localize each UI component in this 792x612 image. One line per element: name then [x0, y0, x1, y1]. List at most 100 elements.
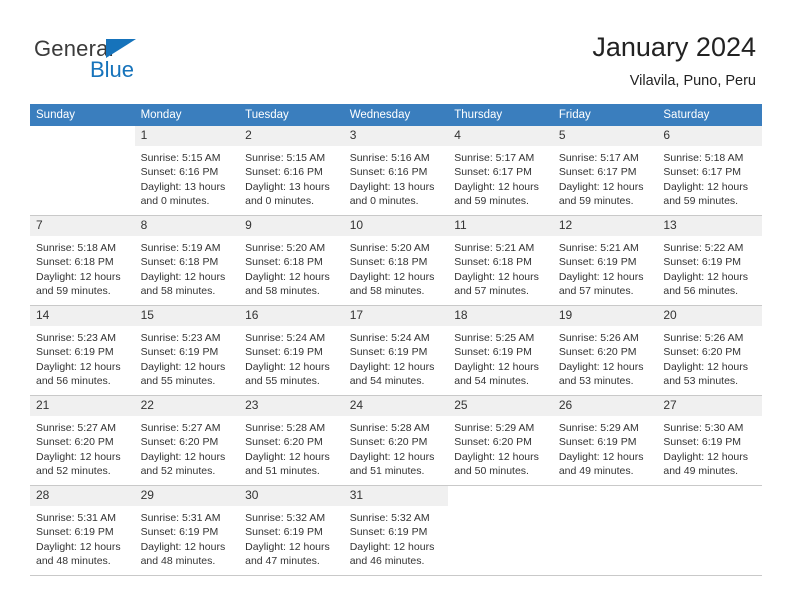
daylight-text: Daylight: 12 hours and 47 minutes.: [245, 540, 330, 568]
day-details: Sunrise: 5:24 AM Sunset: 6:19 PM Daylight:…: [344, 326, 449, 389]
day-number: 10: [343, 216, 449, 236]
day-number: 13: [657, 216, 762, 236]
sunset-text: Sunset: 6:20 PM: [349, 436, 428, 449]
day-details: Sunrise: 5:23 AM Sunset: 6:19 PM Daylight:…: [30, 326, 135, 389]
calendar-cell-day[interactable]: 30 Sunrise: 5:32 AM Sunset: 6:19 PM Dayligh…: [239, 485, 344, 576]
calendar-cell-day[interactable]: 7 Sunrise: 5:18 AM Sunset: 6:18 PM Daylight…: [30, 215, 135, 306]
sunrise-text: Sunrise: 5:15 AM: [140, 152, 221, 164]
day-number: 27: [657, 396, 762, 416]
sunrise-text: Sunrise: 5:24 AM: [245, 332, 326, 344]
day-details: Sunrise: 5:26 AM Sunset: 6:20 PM Daylight:…: [657, 326, 762, 389]
day-cell: 6 Sunrise: 5:18 AM Sunset: 6:17 PM Daylight…: [657, 126, 762, 215]
general-blue-logo[interactable]: General Blue: [34, 36, 234, 86]
day-number: 17: [343, 306, 449, 326]
day-details: Sunrise: 5:31 AM Sunset: 6:19 PM Daylight:…: [135, 506, 240, 569]
calendar-cell-day[interactable]: 5 Sunrise: 5:17 AM Sunset: 6:17 PM Daylight…: [552, 126, 658, 216]
day-number: 14: [30, 306, 135, 326]
daylight-text: Daylight: 12 hours and 59 minutes.: [36, 270, 121, 298]
calendar-cell-day[interactable]: 2 Sunrise: 5:15 AM Sunset: 6:16 PM Daylight…: [239, 126, 344, 216]
daylight-text: Daylight: 12 hours and 55 minutes.: [245, 360, 330, 388]
calendar-cell-day[interactable]: 10 Sunrise: 5:20 AM Sunset: 6:18 PM Dayligh…: [343, 215, 449, 306]
calendar-cell-day[interactable]: 26 Sunrise: 5:29 AM Sunset: 6:19 PM Dayligh…: [552, 395, 658, 486]
sunrise-text: Sunrise: 5:23 AM: [36, 332, 116, 344]
sunset-text: Sunset: 6:20 PM: [36, 436, 114, 449]
day-number: 2: [239, 126, 344, 146]
day-details: Sunrise: 5:26 AM Sunset: 6:20 PM Daylight:…: [553, 326, 658, 389]
calendar-cell-day[interactable]: 18 Sunrise: 5:25 AM Sunset: 6:19 PM Dayligh…: [448, 305, 553, 396]
calendar-cell-day[interactable]: 28 Sunrise: 5:31 AM Sunset: 6:19 PM Dayligh…: [30, 485, 135, 576]
sunset-text: Sunset: 6:20 PM: [454, 436, 532, 449]
calendar-week-row: 21 Sunrise: 5:27 AM Sunset: 6:20 PM Dayligh…: [30, 395, 762, 486]
weekday-header-tuesday: Tuesday: [239, 104, 344, 126]
day-details: Sunrise: 5:25 AM Sunset: 6:19 PM Daylight:…: [448, 326, 553, 389]
calendar-cell-day[interactable]: 6 Sunrise: 5:18 AM Sunset: 6:17 PM Daylight…: [657, 126, 762, 216]
calendar-cell-day[interactable]: 15 Sunrise: 5:23 AM Sunset: 6:19 PM Dayligh…: [134, 305, 240, 396]
location-subtitle: Vilavila, Puno, Peru: [629, 73, 756, 89]
day-cell: 21 Sunrise: 5:27 AM Sunset: 6:20 PM Dayligh…: [30, 396, 135, 485]
sunset-text: Sunset: 6:19 PM: [558, 436, 637, 449]
daylight-text: Daylight: 12 hours and 59 minutes.: [454, 180, 539, 208]
day-number: 19: [552, 306, 658, 326]
day-details: Sunrise: 5:30 AM Sunset: 6:19 PM Daylight:…: [657, 416, 762, 479]
day-number: 31: [343, 486, 449, 506]
page-title: January 2024: [592, 32, 756, 62]
sunrise-text: Sunrise: 5:17 AM: [558, 152, 639, 164]
sunrise-text: Sunrise: 5:21 AM: [558, 242, 639, 254]
calendar-cell-day[interactable]: 27 Sunrise: 5:30 AM Sunset: 6:19 PM Dayligh…: [657, 395, 762, 486]
calendar-cell-day[interactable]: 11 Sunrise: 5:21 AM Sunset: 6:18 PM Dayligh…: [448, 215, 553, 306]
day-cell: 26 Sunrise: 5:29 AM Sunset: 6:19 PM Dayligh…: [552, 396, 658, 485]
calendar-cell-day[interactable]: 22 Sunrise: 5:27 AM Sunset: 6:20 PM Dayligh…: [134, 395, 240, 486]
sunset-text: Sunset: 6:17 PM: [454, 166, 532, 179]
day-details: Sunrise: 5:18 AM Sunset: 6:17 PM Daylight:…: [657, 146, 762, 209]
calendar-header-row: Sunday Monday Tuesday Wednesday Thursday Frid…: [30, 104, 762, 126]
calendar-cell-day[interactable]: 16 Sunrise: 5:24 AM Sunset: 6:19 PM Dayligh…: [239, 305, 344, 396]
calendar-cell-empty: [30, 126, 135, 216]
calendar-cell-day[interactable]: 24 Sunrise: 5:28 AM Sunset: 6:20 PM Dayligh…: [343, 395, 449, 486]
sunset-text: Sunset: 6:19 PM: [349, 346, 428, 359]
day-cell: 25 Sunrise: 5:29 AM Sunset: 6:20 PM Dayligh…: [448, 396, 553, 485]
sunset-text: Sunset: 6:19 PM: [245, 346, 323, 359]
sunset-text: Sunset: 6:18 PM: [245, 256, 323, 269]
calendar-cell-day[interactable]: 9 Sunrise: 5:20 AM Sunset: 6:18 PM Daylight…: [239, 215, 344, 306]
calendar-body: 1 Sunrise: 5:15 AM Sunset: 6:16 PM Daylight…: [30, 126, 762, 576]
day-details: Sunrise: 5:28 AM Sunset: 6:20 PM Daylight:…: [344, 416, 449, 479]
calendar-cell-day[interactable]: 19 Sunrise: 5:26 AM Sunset: 6:20 PM Dayligh…: [552, 305, 658, 396]
sunset-text: Sunset: 6:18 PM: [36, 256, 114, 269]
daylight-text: Daylight: 12 hours and 52 minutes.: [140, 450, 226, 478]
sunset-text: Sunset: 6:18 PM: [349, 256, 428, 269]
sunset-text: Sunset: 6:16 PM: [140, 166, 219, 179]
calendar-cell-day[interactable]: 31 Sunrise: 5:32 AM Sunset: 6:19 PM Dayligh…: [343, 485, 449, 576]
calendar-cell-day[interactable]: 17 Sunrise: 5:24 AM Sunset: 6:19 PM Dayligh…: [343, 305, 449, 396]
calendar-cell-day[interactable]: 13 Sunrise: 5:22 AM Sunset: 6:19 PM Dayligh…: [657, 215, 762, 306]
day-cell: 7 Sunrise: 5:18 AM Sunset: 6:18 PM Daylight…: [30, 216, 135, 305]
day-cell: [448, 486, 553, 575]
calendar-cell-day[interactable]: 1 Sunrise: 5:15 AM Sunset: 6:16 PM Daylight…: [134, 126, 240, 216]
day-number: 20: [657, 306, 762, 326]
day-cell: 27 Sunrise: 5:30 AM Sunset: 6:19 PM Dayligh…: [657, 396, 762, 485]
daylight-text: Daylight: 13 hours and 0 minutes.: [140, 180, 226, 208]
day-number: 9: [239, 216, 344, 236]
calendar-week-row: 1 Sunrise: 5:15 AM Sunset: 6:16 PM Daylight…: [30, 126, 762, 216]
day-cell: 4 Sunrise: 5:17 AM Sunset: 6:17 PM Daylight…: [448, 126, 553, 215]
daylight-text: Daylight: 12 hours and 50 minutes.: [454, 450, 539, 478]
sunrise-text: Sunrise: 5:31 AM: [36, 512, 116, 524]
calendar-cell-day[interactable]: 23 Sunrise: 5:28 AM Sunset: 6:20 PM Dayligh…: [239, 395, 344, 486]
day-number: 18: [448, 306, 553, 326]
calendar-cell-day[interactable]: 25 Sunrise: 5:29 AM Sunset: 6:20 PM Dayligh…: [448, 395, 553, 486]
day-details: Sunrise: 5:15 AM Sunset: 6:16 PM Daylight:…: [239, 146, 344, 209]
sunset-text: Sunset: 6:19 PM: [140, 526, 219, 539]
calendar-page: General Blue January 2024 Vilavila, Puno…: [0, 0, 792, 612]
day-cell: 28 Sunrise: 5:31 AM Sunset: 6:19 PM Dayligh…: [30, 486, 135, 575]
calendar-cell-day[interactable]: 12 Sunrise: 5:21 AM Sunset: 6:19 PM Dayligh…: [552, 215, 658, 306]
day-details: Sunrise: 5:28 AM Sunset: 6:20 PM Daylight:…: [239, 416, 344, 479]
calendar-cell-day[interactable]: 8 Sunrise: 5:19 AM Sunset: 6:18 PM Daylight…: [134, 215, 240, 306]
calendar-cell-day[interactable]: 4 Sunrise: 5:17 AM Sunset: 6:17 PM Daylight…: [448, 126, 553, 216]
sunset-text: Sunset: 6:19 PM: [349, 526, 428, 539]
calendar-cell-day[interactable]: 20 Sunrise: 5:26 AM Sunset: 6:20 PM Dayligh…: [657, 305, 762, 396]
calendar-cell-day[interactable]: 3 Sunrise: 5:16 AM Sunset: 6:16 PM Daylight…: [343, 126, 449, 216]
calendar-cell-day[interactable]: 29 Sunrise: 5:31 AM Sunset: 6:19 PM Dayligh…: [134, 485, 240, 576]
calendar-cell-day[interactable]: 21 Sunrise: 5:27 AM Sunset: 6:20 PM Dayligh…: [30, 395, 135, 486]
weekday-header-monday: Monday: [134, 104, 240, 126]
day-details: Sunrise: 5:27 AM Sunset: 6:20 PM Daylight:…: [135, 416, 240, 479]
calendar-cell-day[interactable]: 14 Sunrise: 5:23 AM Sunset: 6:19 PM Dayligh…: [30, 305, 135, 396]
